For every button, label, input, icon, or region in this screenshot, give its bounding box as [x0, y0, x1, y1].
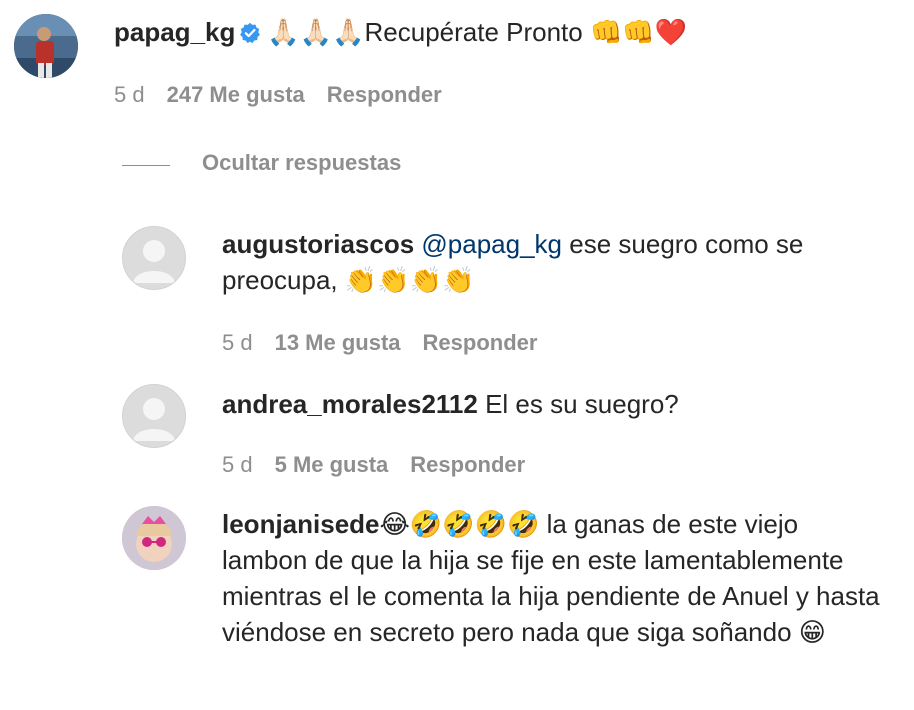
laughing-emoji: 😂🤣🤣🤣🤣 [379, 509, 540, 539]
comment-time[interactable]: 5 d [222, 330, 253, 355]
comment-likes[interactable]: 13 Me gusta [275, 330, 401, 355]
reply-comment-body: augustoriascos @papag_kg ese suegro como… [222, 226, 882, 298]
comment-username[interactable]: papag_kg [114, 17, 235, 47]
comment-time[interactable]: 5 d [222, 452, 253, 477]
fist-heart-emoji: 👊👊❤️ [589, 17, 688, 47]
verified-badge-icon [239, 17, 261, 53]
reply-button[interactable]: Responder [423, 330, 538, 355]
comment-username[interactable]: andrea_morales2112 [222, 389, 478, 419]
comment-username[interactable]: augustoriascos [222, 229, 414, 259]
reply-comment-body: leonjanisede 😂🤣🤣🤣🤣 la ganas de este viej… [222, 506, 882, 650]
mention-link[interactable]: @papag_kg [421, 229, 562, 259]
comment-time[interactable]: 5 d [114, 82, 145, 107]
comment-username[interactable]: leonjanisede [222, 509, 380, 539]
avatar-leonjanisede[interactable] [122, 506, 186, 570]
comment-likes[interactable]: 5 Me gusta [275, 452, 389, 477]
avatar-augustoriascos[interactable] [122, 226, 186, 290]
grinning-emoji: 😁 [798, 617, 826, 647]
comment-text: Recupérate Pronto [364, 17, 590, 47]
main-comment-meta: 5 d 247 Me gusta Responder [114, 82, 464, 108]
avatar-papag-kg[interactable] [14, 14, 78, 78]
reply-meta: 5 d 13 Me gusta Responder [222, 330, 559, 356]
reply-meta: 5 d 5 Me gusta Responder [222, 452, 547, 478]
divider-line [122, 165, 170, 166]
clapping-hands-emoji: 👏👏👏👏 [344, 265, 475, 295]
hide-replies-label: Ocultar respuestas [202, 150, 402, 175]
main-comment-body: papag_kg 🙏🏻🙏🏻🙏🏻Recupérate Pronto 👊👊❤️ [114, 14, 894, 53]
avatar-andrea-morales2112[interactable] [122, 384, 186, 448]
reply-comment-body: andrea_morales2112 El es su suegro? [222, 386, 882, 422]
reply-button[interactable]: Responder [327, 82, 442, 107]
comment-likes[interactable]: 247 Me gusta [167, 82, 305, 107]
comment-text: El es su suegro? [477, 389, 679, 419]
praying-hands-emoji: 🙏🏻🙏🏻🙏🏻 [267, 17, 365, 47]
reply-button[interactable]: Responder [410, 452, 525, 477]
